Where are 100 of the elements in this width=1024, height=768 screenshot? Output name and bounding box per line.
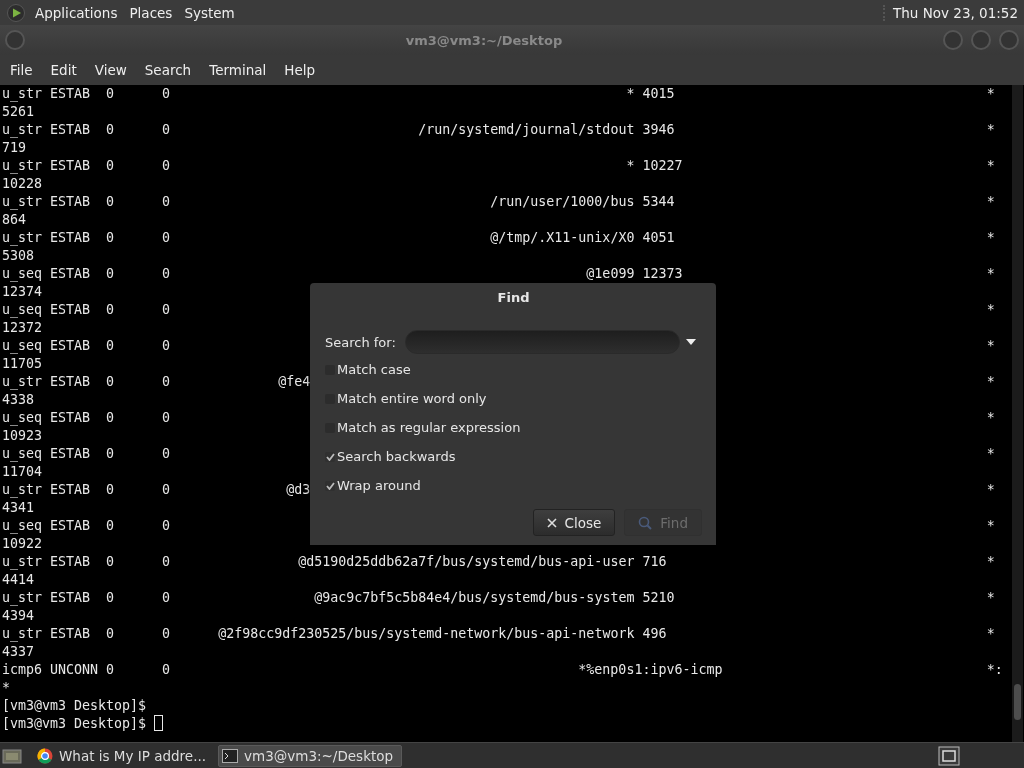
search-field[interactable]: [405, 330, 680, 354]
terminal-text: @/tmp/.X11-unix/X0: [489, 229, 635, 247]
terminal-text: 11704: [2, 463, 44, 481]
window-title: vm3@vm3:~/Desktop: [404, 32, 564, 48]
panel-menu[interactable]: Places: [124, 2, 178, 23]
terminal-text: icmp6: [2, 661, 44, 679]
terminal-text: 0: [106, 445, 116, 463]
terminal-text: 0: [162, 229, 171, 247]
terminal-text: ESTAB: [50, 265, 92, 283]
panel-menu[interactable]: Applications: [30, 2, 123, 23]
checkbox[interactable]: [325, 480, 335, 491]
terminal-text: ESTAB: [50, 193, 92, 211]
terminal-text: 719: [2, 139, 28, 157]
terminal-text: 3946: [642, 121, 676, 139]
terminal-text: @9ac9c7bf5c5b84e4/bus/systemd/bus-system: [313, 589, 635, 607]
terminal-text: 0: [162, 193, 171, 211]
terminal-text: u_seq: [2, 517, 44, 535]
show-desktop-icon[interactable]: [2, 746, 22, 765]
scrollbar[interactable]: [1012, 85, 1023, 742]
terminal-text: u_str: [2, 85, 44, 103]
menu-item[interactable]: Edit: [44, 59, 83, 81]
terminal-text: 0: [162, 85, 171, 103]
terminal-text: 0: [106, 337, 116, 355]
terminal-text: *: [986, 229, 996, 247]
terminal-text: 0: [162, 301, 171, 319]
close-button[interactable]: Close: [532, 509, 616, 536]
terminal-text: 0: [106, 481, 116, 499]
terminal-text: *: [986, 625, 996, 643]
terminal-text: *: [986, 481, 996, 499]
terminal-text: *: [986, 121, 996, 139]
terminal-text: 0: [106, 121, 116, 139]
terminal-text: *: [986, 445, 996, 463]
terminal-text: 10227: [642, 157, 684, 175]
checkbox-label: Match entire word only: [337, 391, 487, 406]
clock[interactable]: Thu Nov 23, 01:52: [883, 4, 1018, 21]
checkbox-label: Match case: [337, 362, 411, 377]
terminal-text: *: [986, 517, 996, 535]
taskbar-button[interactable]: vm3@vm3:~/Desktop: [218, 744, 403, 767]
terminal-text: ESTAB: [50, 121, 92, 139]
terminal-text: 0: [106, 661, 116, 679]
terminal-text: *: [986, 589, 996, 607]
terminal-text: *: [625, 157, 635, 175]
terminal-text: 0: [106, 85, 116, 103]
menu-item[interactable]: Help: [278, 59, 322, 81]
terminal-text: 0: [162, 481, 171, 499]
terminal-text: 496: [642, 625, 668, 643]
taskbar-button[interactable]: What is My IP addre...: [33, 744, 216, 767]
terminal-text: ESTAB: [50, 517, 92, 535]
terminal-text: 12374: [2, 283, 44, 301]
menu-item[interactable]: File: [4, 59, 39, 81]
menu-item[interactable]: Terminal: [203, 59, 273, 81]
checkbox-label: Search backwards: [337, 449, 456, 464]
terminal-text: *: [986, 157, 996, 175]
terminal-text: u_seq: [2, 337, 44, 355]
terminal-text: ESTAB: [50, 337, 92, 355]
terminal-text: 5344: [642, 193, 676, 211]
terminal-text: 0: [162, 553, 171, 571]
terminal-prompt: [vm3@vm3 Desktop]$: [2, 697, 147, 715]
terminal-text: u_seq: [2, 301, 44, 319]
terminal-text: 0: [162, 445, 171, 463]
terminal-text: 12373: [642, 265, 684, 283]
terminal-text: 0: [162, 625, 171, 643]
terminal-text: ESTAB: [50, 157, 92, 175]
terminal-text: 5210: [642, 589, 676, 607]
terminal-text: 0: [162, 157, 171, 175]
scrollbar-thumb[interactable]: [1014, 684, 1021, 720]
terminal-text: *%enp0s1:ipv6-icmp: [577, 661, 723, 679]
terminal-text: ESTAB: [50, 625, 92, 643]
terminal-text: u_str: [2, 373, 44, 391]
menu-item[interactable]: Search: [138, 59, 198, 81]
terminal-text: *: [625, 85, 635, 103]
menu-logo-icon: [6, 2, 26, 23]
menu-item[interactable]: View: [88, 59, 133, 81]
terminal-text: 0: [106, 589, 116, 607]
terminal-text: 4015: [642, 85, 676, 103]
dropdown-arrow-icon[interactable]: [685, 338, 697, 346]
terminal-text: @2f98cc9df230525/bus/systemd-network/bus-api-network: [217, 625, 635, 643]
terminal-text: 0: [106, 301, 116, 319]
terminal-text: 4414: [2, 571, 36, 589]
terminal-text: 0: [162, 337, 171, 355]
panel-menu[interactable]: System: [179, 2, 240, 23]
checkbox[interactable]: [325, 451, 335, 462]
terminal-text: 0: [106, 517, 116, 535]
terminal-text: 0: [106, 265, 116, 283]
terminal-text: 0: [162, 661, 171, 679]
terminal-text: *: [986, 409, 996, 427]
terminal-text: *: [986, 553, 996, 571]
terminal-text: u_str: [2, 553, 44, 571]
terminal-text: u_seq: [2, 265, 44, 283]
terminal-text: 5308: [2, 247, 36, 265]
terminal-text: 12372: [2, 319, 44, 337]
check-icon: [325, 452, 335, 461]
terminal-text: 0: [162, 517, 171, 535]
checkbox-label: Match as regular expression: [337, 420, 521, 435]
terminal-text: 4051: [642, 229, 676, 247]
terminal-text: 0: [106, 553, 116, 571]
text-cursor: [154, 715, 164, 731]
terminal-text: 0: [162, 589, 171, 607]
terminal-text: ESTAB: [50, 301, 92, 319]
workspace-icon[interactable]: [938, 745, 960, 766]
